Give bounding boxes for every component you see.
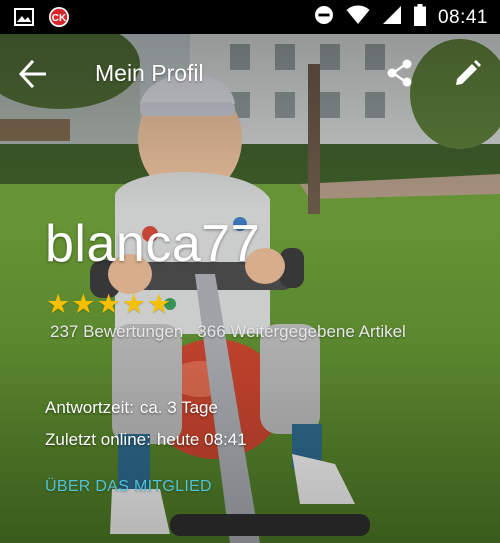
response-time-row: Antwortzeit: ca. 3 Tage: [45, 398, 218, 418]
profile-counts: 237 Bewertungen 366 Weitergegebene Artik…: [50, 322, 406, 342]
response-time-value: ca. 3 Tage: [139, 398, 218, 417]
ratings-count[interactable]: 237 Bewertungen: [50, 322, 183, 342]
image-icon: [14, 8, 34, 31]
last-online-value: heute 08:41: [156, 430, 247, 449]
rating-stars: ★ ★ ★ ★ ★: [46, 291, 171, 318]
signal-icon: [382, 5, 402, 30]
items-count[interactable]: 366 Weitergegebene Artikel: [197, 322, 406, 342]
status-time: 08:41: [437, 6, 488, 28]
status-bar-left: CK: [14, 6, 70, 33]
profile-screen: CK 08:41 Mein Profil blanca77 ★ ★ ★ ★ ★ …: [0, 0, 500, 543]
do-not-disturb-icon: [314, 5, 334, 30]
share-button[interactable]: [385, 58, 415, 88]
ck-app-icon: CK: [48, 6, 70, 33]
edit-button[interactable]: [453, 58, 483, 88]
last-online-row: Zuletzt online: heute 08:41: [45, 430, 247, 450]
wifi-icon: [346, 5, 370, 30]
star-icon: ★: [46, 289, 71, 319]
share-icon: [387, 59, 412, 87]
page-title: Mein Profil: [95, 60, 204, 86]
status-bar: CK 08:41: [0, 0, 500, 34]
about-member-link[interactable]: ÜBER DAS MITGLIED: [45, 478, 212, 496]
star-icon: ★: [96, 289, 121, 319]
app-toolbar: Mein Profil: [0, 34, 500, 112]
svg-text:CK: CK: [52, 13, 67, 24]
response-time-label: Antwortzeit:: [45, 398, 134, 417]
status-bar-right: 08:41: [314, 4, 488, 31]
star-icon: ★: [71, 289, 96, 319]
star-icon: ★: [146, 289, 172, 319]
star-icon: ★: [121, 289, 146, 319]
battery-icon: [413, 4, 426, 31]
username: blanca77: [45, 215, 261, 273]
back-button[interactable]: [18, 59, 48, 89]
arrow-back-icon: [18, 59, 46, 89]
last-online-label: Zuletzt online:: [45, 430, 151, 449]
edit-pencil-icon: [456, 60, 481, 85]
